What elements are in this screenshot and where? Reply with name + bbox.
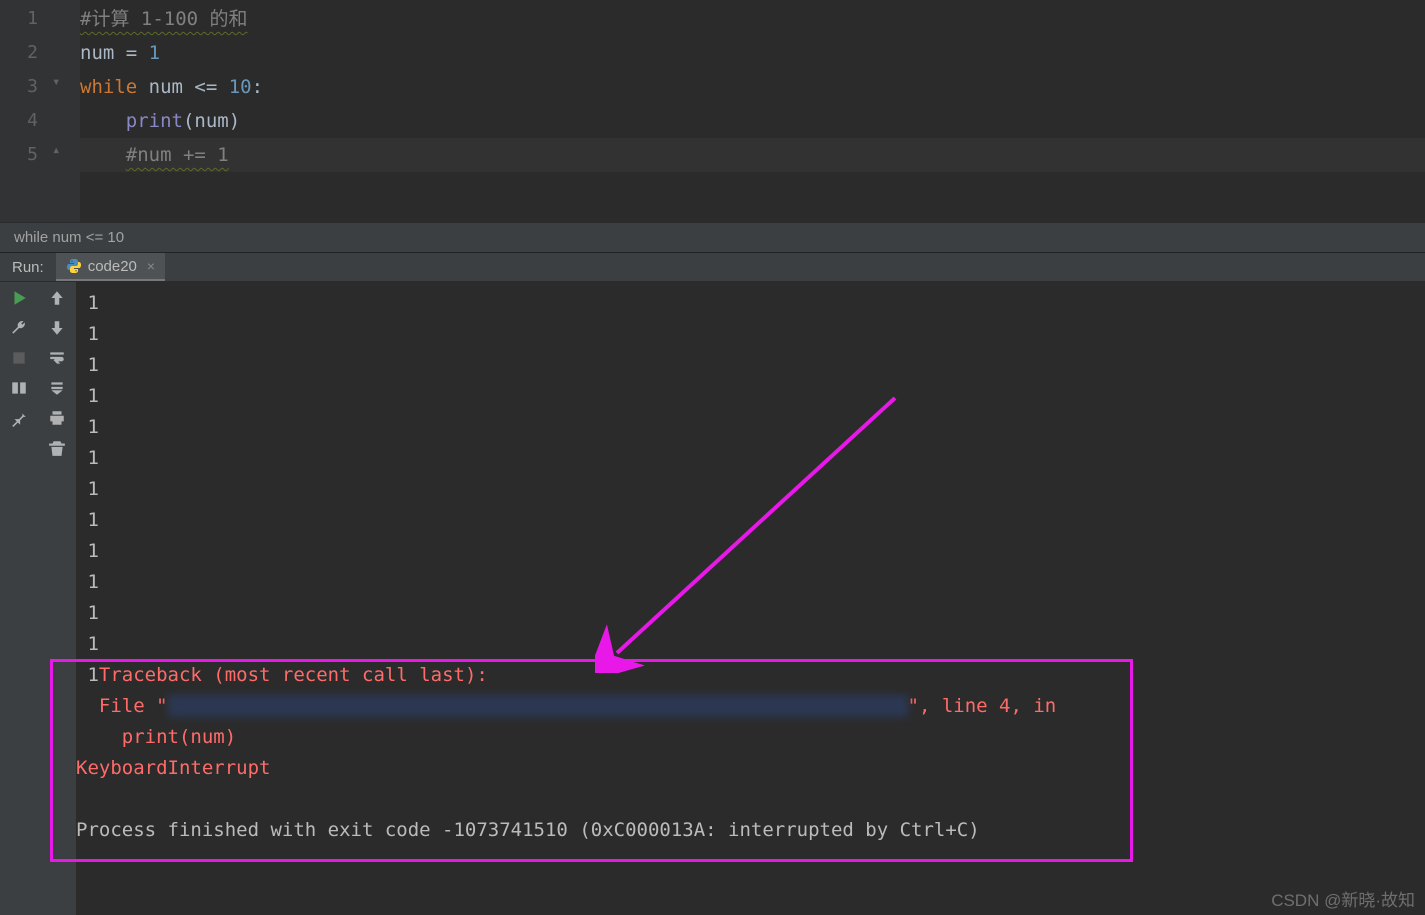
console-line: 1 <box>76 598 1425 629</box>
console-line: 1Traceback (most recent call last): <box>76 660 1425 691</box>
layout-icon[interactable] <box>9 378 29 398</box>
line-number: 3 <box>0 70 38 104</box>
console-line <box>76 784 1425 815</box>
run-toolwindow-header: Run: code20 × <box>0 252 1425 282</box>
breadcrumb-text: while num <= 10 <box>14 229 124 246</box>
console-line: 1 <box>76 443 1425 474</box>
console-line: 1 <box>76 567 1425 598</box>
console-line: 1 <box>76 288 1425 319</box>
run-actions-column-1 <box>0 282 38 915</box>
run-tab-label: code20 <box>88 258 137 275</box>
pin-icon[interactable] <box>9 408 29 428</box>
console-line: print(num) <box>76 722 1425 753</box>
watermark: CSDN @新晓·故知 <box>1271 886 1415 911</box>
wrench-icon[interactable] <box>9 318 29 338</box>
console-line: 1 <box>76 536 1425 567</box>
run-actions-column-2 <box>38 282 76 915</box>
code-area[interactable]: #计算 1-100 的和num = 1while num <= 10: prin… <box>80 0 1425 222</box>
console-line: 1 <box>76 412 1425 443</box>
down-arrow-icon[interactable] <box>47 318 67 338</box>
code-line[interactable]: while num <= 10: <box>80 70 1425 104</box>
console-line: 1 <box>76 505 1425 536</box>
code-line[interactable]: print(num) <box>80 104 1425 138</box>
fold-end-icon[interactable]: ▴ <box>52 142 60 158</box>
code-line[interactable]: #计算 1-100 的和 <box>80 2 1425 36</box>
line-number-gutter: 12345 <box>0 0 56 222</box>
print-icon[interactable] <box>47 408 67 428</box>
scroll-to-end-icon[interactable] <box>47 378 67 398</box>
soft-wrap-icon[interactable] <box>47 348 67 368</box>
console-line: Process finished with exit code -1073741… <box>76 815 1425 846</box>
trash-icon[interactable] <box>47 438 67 458</box>
line-number: 1 <box>0 2 38 36</box>
fold-column: ▾ ▴ <box>56 0 80 222</box>
code-line[interactable]: #num += 1 <box>80 138 1425 172</box>
code-editor[interactable]: 12345 ▾ ▴ #计算 1-100 的和num = 1while num <… <box>0 0 1425 222</box>
stop-icon[interactable] <box>9 348 29 368</box>
breadcrumb-bar[interactable]: while num <= 10 <box>0 222 1425 252</box>
console-line: 1 <box>76 629 1425 660</box>
redacted-path <box>168 695 908 717</box>
console-line: 1 <box>76 350 1425 381</box>
console-line: 1 <box>76 381 1425 412</box>
line-number: 4 <box>0 104 38 138</box>
run-toolwindow-body: 1 1 1 1 1 1 1 1 1 1 1 1 1Traceback (most… <box>0 282 1425 915</box>
run-icon[interactable] <box>9 288 29 308</box>
close-tab-icon[interactable]: × <box>147 258 155 274</box>
console-output[interactable]: 1 1 1 1 1 1 1 1 1 1 1 1 1Traceback (most… <box>76 282 1425 915</box>
console-line: File "", line 4, in <box>76 691 1425 722</box>
line-number: 5 <box>0 138 38 172</box>
console-line: 1 <box>76 474 1425 505</box>
console-line: 1 <box>76 319 1425 350</box>
fold-start-icon[interactable]: ▾ <box>52 74 60 90</box>
code-line[interactable]: num = 1 <box>80 36 1425 70</box>
console-line: KeyboardInterrupt <box>76 753 1425 784</box>
run-tab[interactable]: code20 × <box>56 253 165 281</box>
run-label: Run: <box>0 259 56 276</box>
up-arrow-icon[interactable] <box>47 288 67 308</box>
python-file-icon <box>66 258 82 274</box>
line-number: 2 <box>0 36 38 70</box>
